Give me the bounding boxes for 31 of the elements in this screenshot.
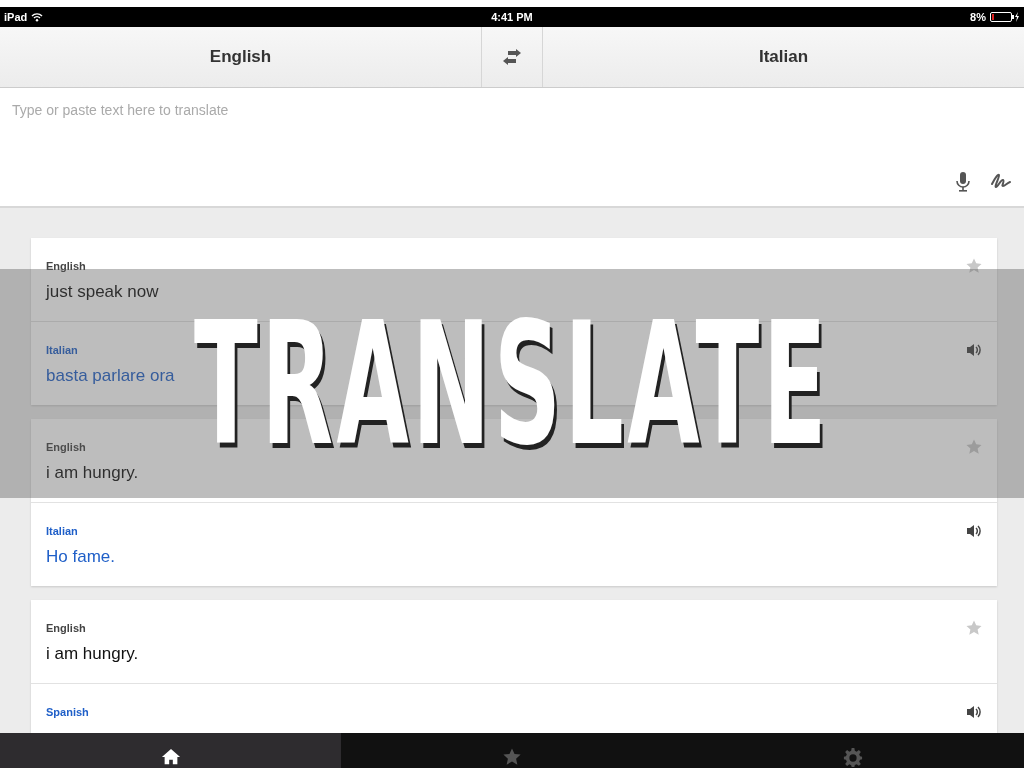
source-language-label: English [46, 622, 86, 634]
device-name: iPad [4, 11, 28, 23]
star-icon[interactable] [966, 258, 982, 274]
source-language-label: English [46, 441, 86, 453]
status-time: 4:41 PM [491, 11, 533, 23]
battery-icon [990, 12, 1020, 22]
target-language-label: Italian [46, 344, 78, 356]
speaker-icon[interactable] [966, 524, 982, 538]
source-text: i am hungry. [46, 644, 140, 664]
source-language-label: English [46, 260, 86, 272]
handwriting-icon[interactable] [990, 172, 1012, 190]
swap-languages-button[interactable] [481, 27, 543, 87]
gear-icon [843, 748, 864, 768]
translated-text: basta parlare ora [46, 366, 176, 386]
swap-arrows-icon [502, 49, 522, 65]
target-language-label: Italian [46, 525, 78, 537]
target-language-label: Spanish [46, 706, 89, 718]
text-input-field[interactable]: Type or paste text here to translate [0, 88, 1024, 208]
wifi-icon [31, 12, 44, 22]
star-icon[interactable] [966, 620, 982, 636]
source-text: i am hungry. [46, 463, 140, 483]
banner-title: TRANSLATE [194, 298, 830, 469]
speaker-icon[interactable] [966, 705, 982, 719]
speaker-icon[interactable] [966, 343, 982, 357]
target-language-button[interactable]: Italian [543, 27, 1024, 87]
translated-text: Ho fame. [46, 547, 116, 567]
star-icon[interactable] [966, 439, 982, 455]
microphone-icon[interactable] [956, 172, 970, 192]
source-language-button[interactable]: English [0, 27, 481, 87]
battery-percent: 8% [970, 11, 986, 23]
source-text: just speak now [46, 282, 160, 302]
